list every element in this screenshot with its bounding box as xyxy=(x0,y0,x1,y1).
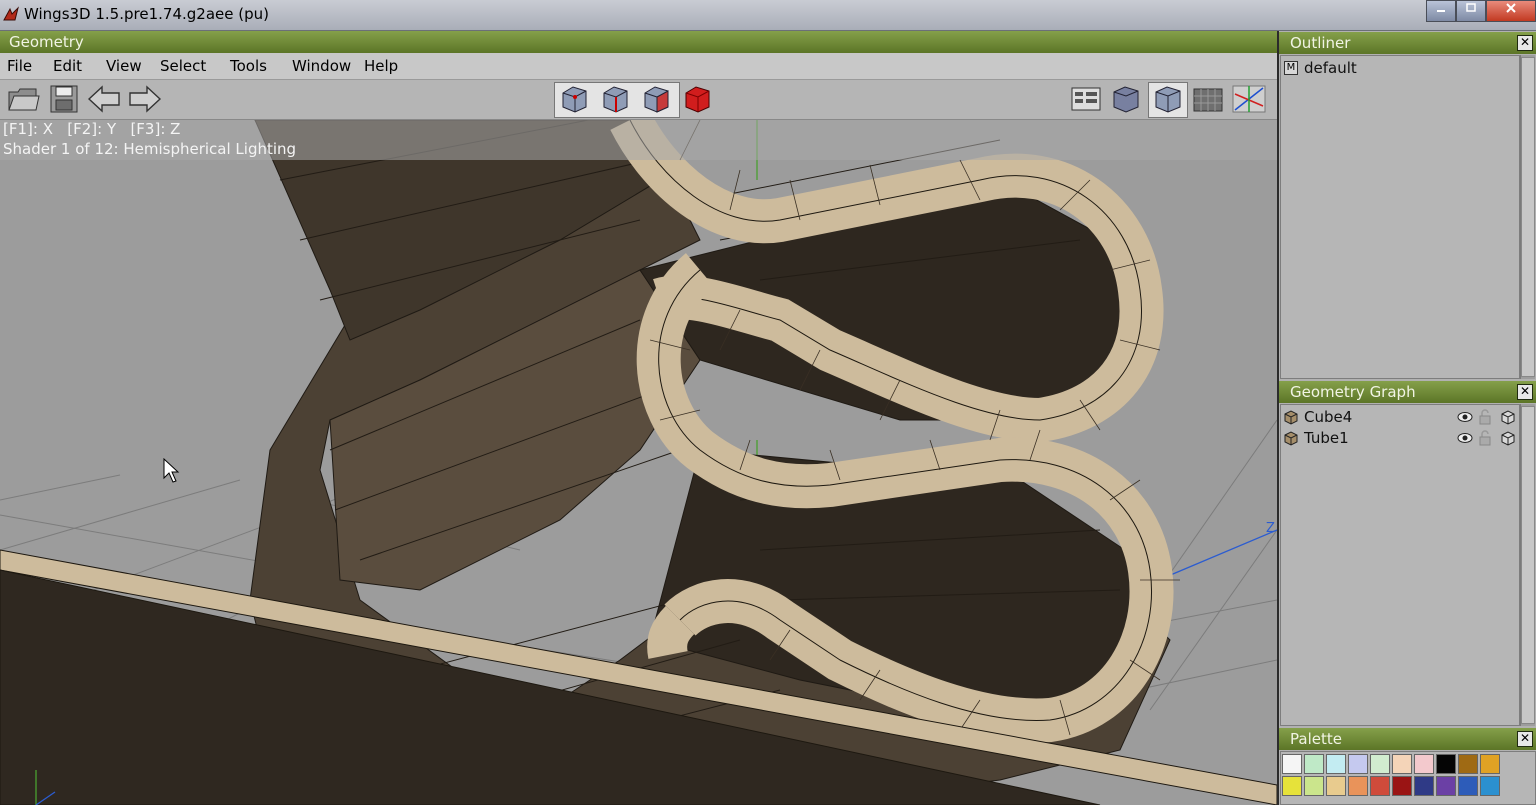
palette-swatch[interactable] xyxy=(1392,754,1412,774)
palette-swatch[interactable] xyxy=(1458,776,1478,796)
palette-close-button[interactable]: ✕ xyxy=(1517,731,1533,747)
geometry-graph-header: Geometry Graph ✕ xyxy=(1279,381,1536,403)
geometry-graph-list[interactable] xyxy=(1280,404,1520,726)
3d-viewport[interactable]: Z xyxy=(0,120,1277,805)
palette-swatch[interactable] xyxy=(1348,776,1368,796)
geometry-window-header: Geometry xyxy=(0,31,1277,53)
geometry-graph-scroll-thumb[interactable] xyxy=(1521,406,1535,724)
maximize-icon xyxy=(1466,3,1476,12)
wings-app-icon xyxy=(3,6,19,21)
palette-swatch[interactable] xyxy=(1436,776,1456,796)
ground-plane-icon[interactable] xyxy=(1191,84,1225,114)
palette-swatch[interactable] xyxy=(1282,754,1302,774)
mouse-cursor-icon xyxy=(163,458,180,483)
open-file-icon[interactable] xyxy=(6,84,40,114)
smooth-shaded-icon[interactable] xyxy=(1109,84,1143,114)
window-controls xyxy=(1426,0,1536,22)
undo-arrow-icon[interactable] xyxy=(86,84,122,114)
palette-swatch[interactable] xyxy=(1326,754,1346,774)
outliner-header: Outliner ✕ xyxy=(1279,32,1536,54)
menu-view[interactable]: View xyxy=(106,57,142,75)
geometry-graph-title: Geometry Graph xyxy=(1290,383,1416,401)
save-icon[interactable] xyxy=(48,84,80,114)
maximize-button[interactable] xyxy=(1456,0,1486,22)
geometry-graph-close-button[interactable]: ✕ xyxy=(1517,384,1533,400)
palette-swatch[interactable] xyxy=(1370,776,1390,796)
palette-title: Palette xyxy=(1290,730,1342,748)
palette-swatch[interactable] xyxy=(1458,754,1478,774)
palette-swatch[interactable] xyxy=(1304,776,1324,796)
outliner-title: Outliner xyxy=(1290,34,1351,52)
viewport-scene[interactable]: Z xyxy=(0,120,1277,805)
window-title: Wings3D 1.5.pre1.74.g2aee (pu) xyxy=(24,5,269,23)
vertex-mode-icon[interactable] xyxy=(558,84,590,114)
outliner-list[interactable] xyxy=(1280,55,1520,379)
geometry-title: Geometry xyxy=(9,33,84,51)
material-icon: M xyxy=(1284,61,1298,75)
lock-icon[interactable] xyxy=(1478,409,1492,425)
palette-swatch[interactable] xyxy=(1282,776,1302,796)
palette-header: Palette ✕ xyxy=(1279,728,1536,750)
axes-icon[interactable] xyxy=(1231,84,1267,114)
visibility-eye-icon[interactable] xyxy=(1457,431,1473,445)
palette-swatch[interactable] xyxy=(1348,754,1368,774)
outliner-item-label: default xyxy=(1304,59,1357,77)
object-name: Tube1 xyxy=(1304,429,1349,447)
axis-z-label: Z xyxy=(1266,521,1275,536)
close-button[interactable] xyxy=(1486,0,1536,22)
axis-key-hint: [F1]: X [F2]: Y [F3]: Z xyxy=(3,120,181,138)
menu-select[interactable]: Select xyxy=(160,57,206,75)
object-name: Cube4 xyxy=(1304,408,1353,426)
face-mode-icon[interactable] xyxy=(640,84,672,114)
menu-bar: File Edit View Select Tools Window Help xyxy=(0,53,1277,80)
viewport-info-overlay: [F1]: X [F2]: Y [F3]: Z Shader 1 of 12: … xyxy=(0,120,1277,160)
close-icon xyxy=(1506,3,1516,13)
wire-cube-icon[interactable] xyxy=(1500,409,1516,425)
window-titlebar: Wings3D 1.5.pre1.74.g2aee (pu) xyxy=(0,0,1536,31)
menu-file[interactable]: File xyxy=(7,57,32,75)
palette-swatch[interactable] xyxy=(1414,754,1434,774)
visibility-eye-icon[interactable] xyxy=(1457,410,1473,424)
object-cube-icon xyxy=(1284,431,1298,446)
palette-swatch[interactable] xyxy=(1480,776,1500,796)
menu-window[interactable]: Window xyxy=(292,57,351,75)
palette-swatch[interactable] xyxy=(1370,754,1390,774)
menu-help[interactable]: Help xyxy=(364,57,398,75)
menu-tools[interactable]: Tools xyxy=(230,57,267,75)
outliner-close-button[interactable]: ✕ xyxy=(1517,35,1533,51)
lock-icon[interactable] xyxy=(1478,430,1492,446)
object-cube-icon xyxy=(1284,410,1298,425)
outliner-scroll-thumb[interactable] xyxy=(1521,57,1535,377)
shader-status: Shader 1 of 12: Hemispherical Lighting xyxy=(3,140,297,158)
body-mode-icon[interactable] xyxy=(681,84,713,114)
palette-swatch[interactable] xyxy=(1304,754,1324,774)
minimize-icon xyxy=(1437,10,1445,12)
wire-cube-icon[interactable] xyxy=(1500,430,1516,446)
palette-swatch[interactable] xyxy=(1480,754,1500,774)
minimize-button[interactable] xyxy=(1426,0,1456,22)
palette-swatch[interactable] xyxy=(1326,776,1346,796)
redo-arrow-icon[interactable] xyxy=(127,84,163,114)
edge-mode-icon[interactable] xyxy=(599,84,631,114)
workmode-icon[interactable] xyxy=(1069,84,1103,114)
palette-swatch[interactable] xyxy=(1392,776,1412,796)
menu-edit[interactable]: Edit xyxy=(53,57,82,75)
palette-swatch[interactable] xyxy=(1414,776,1434,796)
palette-swatch[interactable] xyxy=(1436,754,1456,774)
wireframe-cube-icon[interactable] xyxy=(1151,84,1185,114)
toolbar xyxy=(0,80,1277,120)
